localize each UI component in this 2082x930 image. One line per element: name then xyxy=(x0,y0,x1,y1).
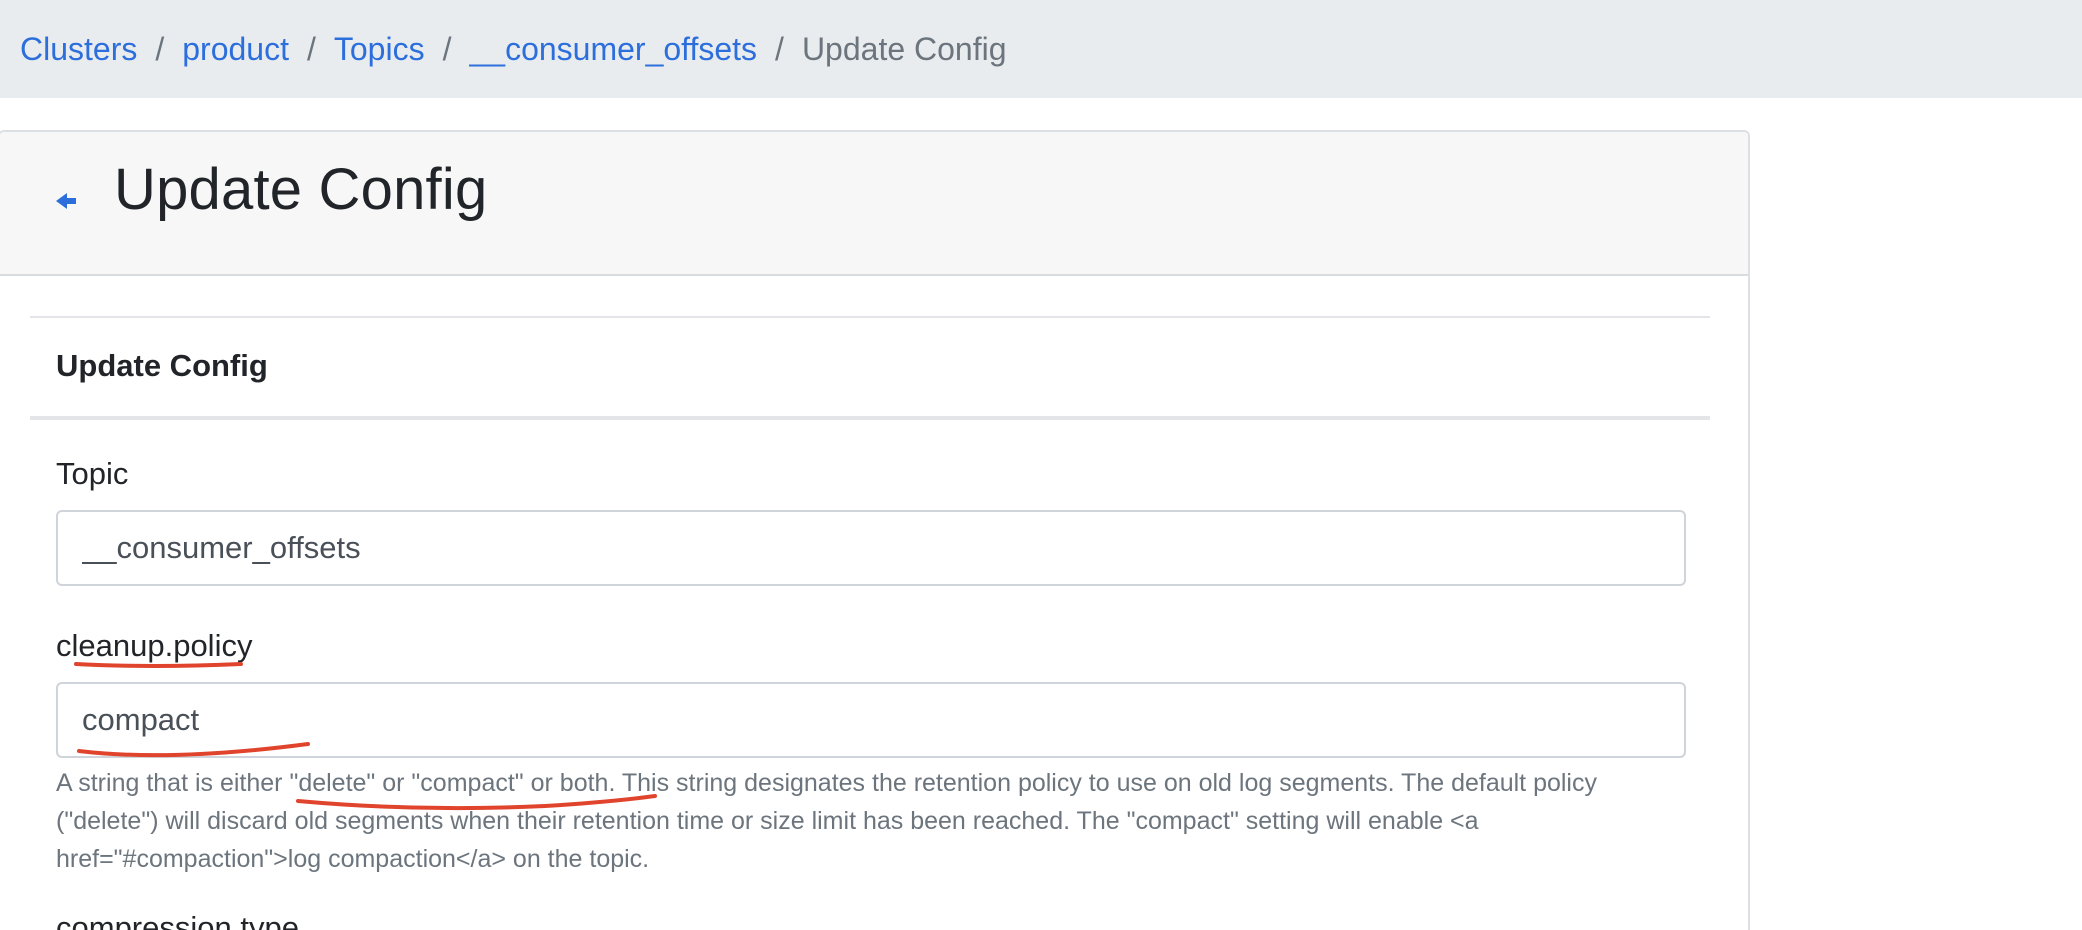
breadcrumb-clusters[interactable]: Clusters xyxy=(20,31,137,68)
divider xyxy=(30,416,1710,420)
arrow-left-icon[interactable] xyxy=(54,188,80,214)
card-header: Update Config xyxy=(0,132,1748,276)
page: Clusters / product / Topics / __consumer… xyxy=(0,0,2082,930)
breadcrumb-product[interactable]: product xyxy=(182,31,289,68)
breadcrumb-separator: / xyxy=(442,30,452,67)
page-title: Update Config xyxy=(114,157,488,222)
breadcrumb-topic[interactable]: __consumer_offsets xyxy=(469,31,757,68)
topic-input[interactable] xyxy=(56,510,1686,586)
cleanup-policy-input[interactable] xyxy=(56,682,1686,758)
breadcrumb: Clusters / product / Topics / __consumer… xyxy=(0,0,2082,98)
breadcrumb-separator: / xyxy=(306,30,316,67)
cleanup-policy-label: cleanup.policy xyxy=(56,628,253,663)
cleanup-policy-help: A string that is either "delete" or "com… xyxy=(56,769,1597,873)
breadcrumb-current: Update Config xyxy=(801,30,1007,67)
section-title: Update Config xyxy=(56,348,268,383)
breadcrumb-topics[interactable]: Topics xyxy=(334,31,425,68)
breadcrumb-separator: / xyxy=(155,30,165,67)
update-config-card: Update Config Update Config Topic cleanu… xyxy=(0,130,1750,930)
compression-type-label: compression.type xyxy=(56,910,299,930)
divider xyxy=(30,316,1710,318)
topic-label: Topic xyxy=(56,456,129,491)
breadcrumb-separator: / xyxy=(775,30,784,67)
